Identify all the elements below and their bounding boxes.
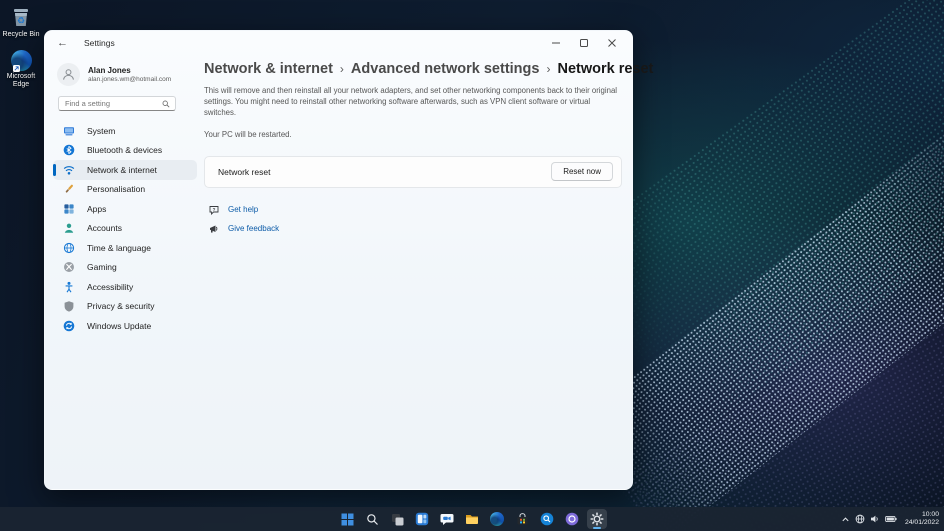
start-button[interactable]	[337, 509, 357, 529]
wallpaper-speckle-band	[618, 268, 944, 531]
sidebar-item-bluetooth-devices[interactable]: Bluetooth & devices	[53, 141, 197, 161]
restart-note: Your PC will be restarted.	[204, 129, 292, 139]
taskbar-center-icons	[337, 507, 607, 531]
breadcrumb-advanced-network-settings[interactable]: Advanced network settings	[351, 61, 540, 77]
avatar-icon	[57, 63, 80, 86]
bluetooth-icon	[63, 144, 75, 156]
gaming-xbox-icon	[63, 261, 75, 273]
desktop-icon-microsoft-edge[interactable]: Microsoft Edge	[0, 50, 42, 89]
taskbar-clock[interactable]: 10:00 24/01/2022	[905, 511, 939, 528]
help-links: ? Get help Give feedback	[204, 205, 620, 234]
widgets-icon[interactable]	[412, 509, 432, 529]
accounts-person-icon	[63, 222, 75, 234]
wifi-icon	[63, 164, 75, 176]
sidebar-item-personalisation[interactable]: Personalisation	[53, 180, 197, 200]
bing-search-app-icon[interactable]	[537, 509, 557, 529]
edge-icon[interactable]	[487, 509, 507, 529]
clock-date: 24/01/2022	[904, 519, 939, 526]
volume-icon[interactable]	[870, 514, 880, 524]
sidebar-item-label: Time & language	[87, 242, 151, 253]
sidebar-item-label: Accounts	[87, 223, 122, 234]
sidebar-item-label: Privacy & security	[87, 301, 155, 312]
network-reset-label: Network reset	[218, 166, 271, 177]
system-icon	[63, 125, 75, 137]
sidebar-item-label: Apps	[87, 203, 107, 214]
sidebar-item-label: System	[87, 125, 116, 136]
sidebar-item-accessibility[interactable]: Accessibility	[53, 277, 197, 297]
sidebar-item-label: Personalisation	[87, 184, 146, 195]
network-reset-card: Network reset Reset now	[204, 155, 622, 188]
get-help-label: Get help	[228, 205, 259, 215]
sidebar-item-label: Accessibility	[87, 281, 134, 292]
user-profile[interactable]: Alan Jones alan.jones.wm@hotmail.com	[57, 63, 203, 86]
battery-icon[interactable]	[885, 514, 897, 524]
sidebar-item-system[interactable]: System	[53, 121, 197, 141]
user-name: Alan Jones	[88, 66, 131, 75]
breadcrumb-separator: ›	[339, 62, 344, 76]
time-language-globe-icon	[63, 242, 75, 254]
network-globe-icon[interactable]	[855, 514, 865, 524]
windows-update-icon	[63, 320, 75, 332]
sidebar-item-label: Gaming	[87, 262, 117, 273]
taskbar: 10:00 24/01/2022	[0, 507, 944, 531]
hidden-icons-chevron-icon[interactable]	[841, 515, 850, 524]
settings-window: ← Settings Alan Jones alan.jones.wm@hotm…	[44, 30, 653, 490]
page-description: This will remove and then reinstall all …	[204, 86, 618, 117]
desktop-icon-recycle-bin[interactable]: ♻ Recycle Bin	[0, 5, 42, 39]
maximize-button[interactable]	[570, 31, 598, 55]
breadcrumb-network-internet[interactable]: Network & internet	[204, 61, 333, 77]
settings-sidebar: Alan Jones alan.jones.wm@hotmail.com Fin…	[45, 55, 203, 489]
sidebar-item-apps[interactable]: Apps	[53, 199, 197, 219]
give-feedback-label: Give feedback	[228, 224, 280, 234]
task-view-icon[interactable]	[387, 509, 407, 529]
sidebar-item-label: Bluetooth & devices	[87, 145, 163, 156]
svg-text:♻: ♻	[17, 16, 25, 26]
window-titlebar: ← Settings	[45, 31, 632, 55]
privacy-shield-icon	[63, 300, 75, 312]
settings-search	[58, 96, 176, 111]
search-input[interactable]	[59, 99, 162, 108]
sidebar-item-windows-update[interactable]: Windows Update	[53, 316, 197, 336]
sidebar-item-gaming[interactable]: Gaming	[53, 258, 197, 278]
back-button[interactable]: ←	[57, 37, 68, 49]
get-help-link[interactable]: ? Get help	[209, 205, 620, 215]
microsoft-store-icon[interactable]	[512, 509, 532, 529]
desktop-icon-label: Microsoft Edge	[6, 73, 36, 89]
chat-icon[interactable]	[437, 509, 457, 529]
settings-app-icon[interactable]	[587, 509, 607, 529]
sidebar-item-label: Windows Update	[87, 320, 152, 331]
system-tray: 10:00 24/01/2022	[841, 507, 939, 531]
apps-icon	[63, 203, 75, 215]
file-explorer-icon[interactable]	[462, 509, 482, 529]
personalisation-brush-icon	[63, 183, 75, 195]
reset-now-button[interactable]: Reset now	[551, 162, 613, 182]
sidebar-item-network-internet[interactable]: Network & internet	[53, 160, 197, 180]
recycle-bin-icon: ♻	[0, 5, 42, 29]
clock-time: 10:00	[921, 510, 939, 518]
breadcrumb: Network & internet › Advanced network se…	[204, 61, 653, 77]
cortana-icon[interactable]	[562, 509, 582, 529]
minimize-button[interactable]	[542, 31, 570, 55]
breadcrumb-separator: ›	[546, 62, 551, 76]
sidebar-item-time-language[interactable]: Time & language	[53, 238, 197, 258]
window-title: Settings	[84, 38, 115, 48]
sidebar-item-accounts[interactable]: Accounts	[53, 219, 197, 239]
desktop-icon-label: Recycle Bin	[2, 31, 40, 38]
settings-main-pane: Network & internet › Advanced network se…	[204, 55, 653, 489]
sidebar-nav: System Bluetooth & devices Network & int…	[45, 121, 203, 336]
taskbar-search-icon[interactable]	[362, 509, 382, 529]
sidebar-item-label: Network & internet	[87, 164, 157, 175]
breadcrumb-network-reset: Network reset	[557, 61, 654, 77]
accessibility-person-icon	[63, 281, 75, 293]
shortcut-arrow-icon	[12, 65, 20, 72]
feedback-megaphone-icon	[209, 224, 219, 234]
close-button[interactable]	[598, 31, 626, 55]
svg-text:?: ?	[213, 207, 216, 212]
give-feedback-link[interactable]: Give feedback	[209, 224, 620, 234]
sidebar-item-privacy-security[interactable]: Privacy & security	[53, 297, 197, 317]
user-email: alan.jones.wm@hotmail.com	[88, 76, 172, 83]
search-icon	[162, 100, 170, 108]
get-help-icon: ?	[209, 205, 219, 215]
